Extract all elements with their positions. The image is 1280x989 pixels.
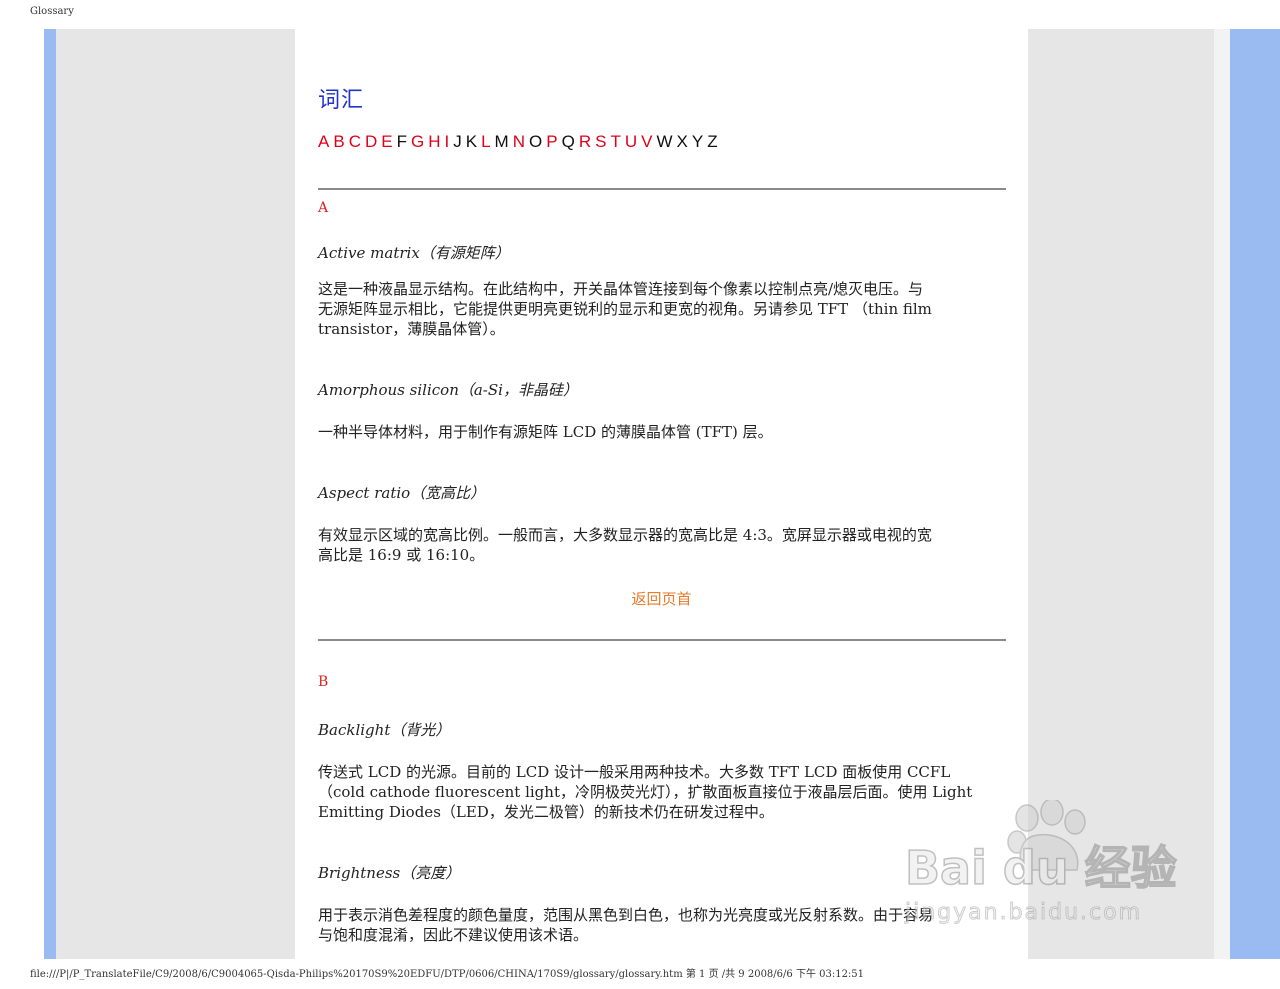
alphabet-letter-n[interactable]: N [513,132,525,151]
definition-line: Emitting Diodes（LED，发光二极管）的新技术仍在研发过程中。 [318,803,774,821]
definition-line: 传送式 LCD 的光源。目前的 LCD 设计一般采用两种技术。大多数 TFT L… [318,763,951,781]
definition-line: 与饱和度混淆，因此不建议使用该术语。 [318,926,589,944]
alphabet-letter-v[interactable]: V [641,132,652,151]
section-letter-a: A [318,200,329,216]
alphabet-letter-j: J [453,132,462,151]
baidu-watermark: Bai du 经验 jingyan.baidu.com [904,798,1215,950]
alphabet-letter-o: O [529,132,543,151]
alphabet-letter-q: Q [561,132,575,151]
alphabet-letter-p[interactable]: P [546,132,557,151]
definition-line: 用于表示消色差程度的颜色量度，范围从黑色到白色，也称为光亮度或光反射系数。由于容… [318,906,934,924]
alphabet-letter-z: Z [707,132,718,151]
alphabet-letter-u[interactable]: U [625,132,637,151]
left-blue-bar [44,29,56,959]
alphabet-letter-d[interactable]: D [365,132,377,151]
divider-top [318,188,1006,190]
definition-line: 无源矩阵显示相比，它能提供更明亮更锐利的显示和更宽的视角。另请参见 TFT （t… [318,300,932,318]
alphabet-letter-r[interactable]: R [579,132,591,151]
alphabet-letter-b[interactable]: B [333,132,344,151]
term-amorphous-silicon: Amorphous silicon（a-Si，非晶硅） [318,381,578,399]
alphabet-letter-m: M [494,132,509,151]
divider-section-b [318,639,1006,641]
term-active-matrix: Active matrix（有源矩阵） [318,244,510,262]
baidu-watermark-brand: Bai du 经验 [904,840,1177,896]
definition-amorphous-silicon: 一种半导体材料，用于制作有源矩阵 LCD 的薄膜晶体管 (TFT) 层。 [318,422,1006,442]
right-blue-bar [1230,29,1280,959]
page-title: 词汇 [318,88,365,113]
baidu-watermark-url: jingyan.baidu.com [905,900,1143,926]
definition-line: 有效显示区域的宽高比例。一般而言，大多数显示器的宽高比是 4:3。宽屏显示器或电… [318,526,932,544]
right-light-strip [1214,29,1230,959]
term-brightness: Brightness（亮度） [318,864,461,882]
alphabet-letter-h[interactable]: H [428,132,440,151]
term-backlight: Backlight（背光） [318,721,451,739]
left-gray-panel [56,29,295,959]
definition-backlight: 传送式 LCD 的光源。目前的 LCD 设计一般采用两种技术。大多数 TFT L… [318,762,1006,822]
alphabet-letter-a[interactable]: A [318,132,329,151]
alphabet-letter-c[interactable]: C [349,132,361,151]
alphabet-letter-g[interactable]: G [411,132,424,151]
definition-active-matrix: 这是一种液晶显示结构。在此结构中，开关晶体管连接到每个像素以控制点亮/熄灭电压。… [318,279,1006,339]
print-footer: file:///P|/P_TranslateFile/C9/2008/6/C90… [30,969,865,980]
alphabet-letter-i[interactable]: I [445,132,450,151]
definition-line: 这是一种液晶显示结构。在此结构中，开关晶体管连接到每个像素以控制点亮/熄灭电压。… [318,280,924,298]
alphabet-index: ABCDEFGHIJKLMNOPQRSTUVWXYZ [318,132,1006,152]
section-letter-b: B [318,674,329,690]
alphabet-letter-k: K [465,132,478,151]
term-aspect-ratio: Aspect ratio（宽高比） [318,484,486,502]
alphabet-letter-s[interactable]: S [595,132,606,151]
alphabet-letter-t[interactable]: T [610,132,620,151]
alphabet-letter-w: W [656,132,673,151]
alphabet-letter-x: X [676,132,688,151]
definition-aspect-ratio: 有效显示区域的宽高比例。一般而言，大多数显示器的宽高比是 4:3。宽屏显示器或电… [318,525,1006,565]
print-header-title: Glossary [30,6,74,17]
alphabet-letter-f: F [396,132,407,151]
definition-brightness: 用于表示消色差程度的颜色量度，范围从黑色到白色，也称为光亮度或光反射系数。由于容… [318,905,1006,945]
alphabet-letter-y: Y [691,132,704,151]
definition-line: transistor，薄膜晶体管）。 [318,320,505,338]
definition-line: 一种半导体材料，用于制作有源矩阵 LCD 的薄膜晶体管 (TFT) 层。 [318,423,773,441]
alphabet-letter-e[interactable]: E [381,132,392,151]
definition-line: 高比是 16:9 或 16:10。 [318,546,485,564]
definition-line: （cold cathode fluorescent light，冷阴极荧光灯），… [318,783,973,801]
back-to-top-link[interactable]: 返回页首 [295,588,1028,609]
alphabet-letter-l[interactable]: L [481,132,490,151]
